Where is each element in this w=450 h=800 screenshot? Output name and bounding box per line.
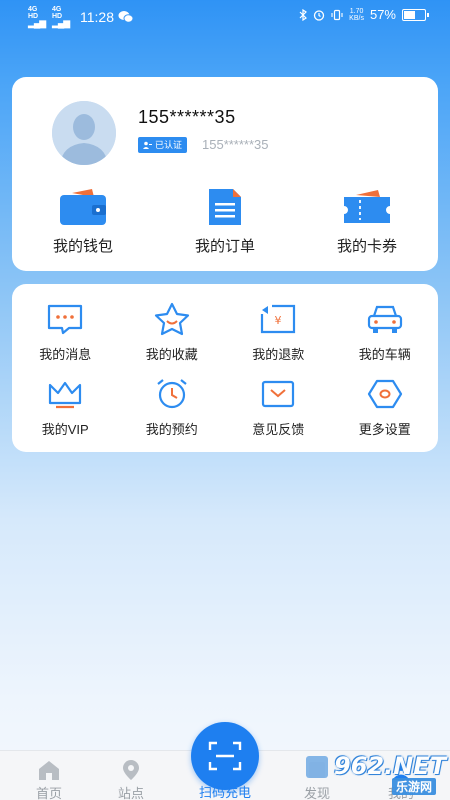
watermark-site: 乐游网: [392, 778, 437, 795]
battery-text: 57%: [369, 7, 396, 22]
car-icon: [367, 305, 402, 333]
my-vehicles-label: 我的车辆: [358, 347, 411, 362]
scan-charge-label: 扫码充电: [198, 785, 251, 800]
watermark-number: 962.NET: [334, 752, 447, 780]
avatar[interactable]: [52, 101, 116, 165]
net-speed-unit: KB/s: [349, 14, 364, 22]
hexagon-settings-icon: [367, 379, 402, 409]
feedback-mail-icon: [262, 380, 295, 408]
order-icon: [209, 189, 241, 225]
watermark-logo-icon: [306, 756, 328, 778]
verified-label: 已认证: [155, 140, 183, 150]
my-favorites-label: 我的收藏: [145, 347, 198, 362]
my-favorites-button[interactable]: 我的收藏: [119, 302, 226, 363]
my-refunds-button[interactable]: ¥ 我的退款: [225, 302, 332, 363]
my-wallet-button[interactable]: 我的钱包: [12, 187, 154, 256]
svg-text:¥: ¥: [275, 314, 282, 327]
my-vip-button[interactable]: 我的VIP: [12, 377, 119, 438]
wechat-icon: [118, 10, 134, 23]
quick-actions: 我的钱包 我的订单 我的卡券: [12, 187, 438, 256]
verified-badge: 已认证: [138, 137, 188, 153]
feedback-button[interactable]: 意见反馈: [225, 377, 332, 438]
tab-station-label: 站点: [117, 786, 144, 800]
my-orders-button[interactable]: 我的订单: [154, 187, 296, 256]
alarm-clock-icon: [157, 379, 187, 409]
user-phone-secondary: 155******35: [202, 137, 269, 152]
my-messages-label: 我的消息: [39, 347, 92, 362]
wallet-icon: [60, 189, 106, 225]
battery-icon: [402, 8, 429, 21]
home-icon: [39, 761, 59, 780]
more-settings-button[interactable]: 更多设置: [332, 377, 439, 438]
net-speed: 1.70 KB/s: [349, 8, 364, 22]
tab-home[interactable]: 首页: [14, 759, 84, 800]
my-orders-label: 我的订单: [194, 238, 255, 255]
scan-charge-button[interactable]: [191, 722, 259, 790]
tab-home-label: 首页: [35, 786, 62, 800]
signal-sim2-icon: 4G HD ▂▄▆: [52, 6, 70, 28]
profile-card: 155******35 已认证 155******35 我的钱包 我的订单 我的…: [12, 77, 438, 271]
my-reservations-label: 我的预约: [145, 422, 198, 437]
refund-icon: ¥: [261, 304, 296, 334]
id-card-icon: [143, 141, 152, 149]
crown-icon: [49, 381, 82, 409]
menu-card: 我的消息 我的收藏 ¥ 我的退款 我的车辆 我的VIP 我的预约 意见反馈 更多…: [12, 284, 438, 452]
clock: 11:28: [80, 8, 114, 25]
status-left: 4G HD ▂▄▆ 4G HD ▂▄▆ 11:28: [28, 6, 134, 28]
my-vip-label: 我的VIP: [41, 422, 89, 437]
my-wallet-label: 我的钱包: [52, 238, 113, 255]
signal-sim1-icon: 4G HD ▂▄▆: [28, 6, 46, 28]
my-reservations-button[interactable]: 我的预约: [119, 377, 226, 438]
bluetooth-icon: [299, 8, 308, 21]
vibrate-icon: [331, 9, 343, 20]
status-bar: 4G HD ▂▄▆ 4G HD ▂▄▆ 11:28 1.70 KB/s 57%: [0, 0, 450, 32]
status-right: 1.70 KB/s 57%: [299, 7, 429, 22]
coupon-icon: [344, 190, 390, 223]
feedback-label: 意见反馈: [252, 422, 305, 437]
tab-station[interactable]: 站点: [96, 759, 166, 800]
watermark: 962.NET 乐游网: [300, 752, 446, 796]
user-phone: 155******35: [138, 107, 236, 127]
battery-level: [404, 10, 415, 19]
my-coupons-label: 我的卡券: [336, 238, 397, 255]
avatar-person-icon: [52, 101, 116, 165]
alarm-icon: [314, 9, 325, 21]
my-coupons-button[interactable]: 我的卡券: [296, 187, 438, 256]
location-pin-icon: [123, 760, 139, 780]
my-refunds-label: 我的退款: [252, 347, 305, 362]
my-messages-button[interactable]: 我的消息: [12, 302, 119, 363]
message-icon: [48, 304, 83, 335]
net-speed-value: 1.70: [349, 7, 364, 15]
more-settings-label: 更多设置: [358, 422, 411, 437]
my-vehicles-button[interactable]: 我的车辆: [332, 302, 439, 363]
star-icon: [154, 302, 189, 336]
scan-icon: [208, 741, 242, 771]
menu-grid: 我的消息 我的收藏 ¥ 我的退款 我的车辆 我的VIP 我的预约 意见反馈 更多…: [12, 302, 438, 438]
